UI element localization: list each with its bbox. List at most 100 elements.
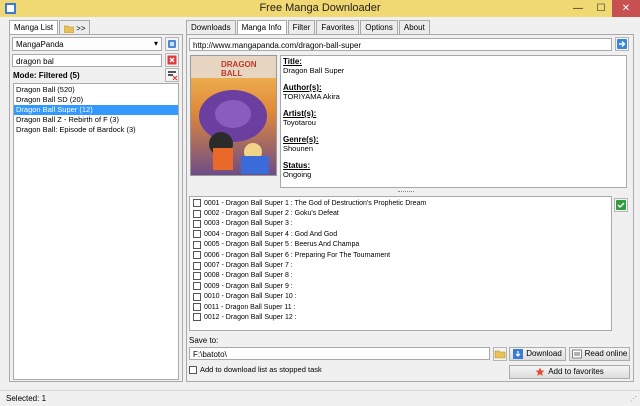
right-tab-strip: Downloads Manga Info Filter Favorites Option…	[186, 20, 431, 35]
source-select[interactable]: MangaPanda ▾	[12, 37, 162, 51]
browse-folder-button[interactable]	[493, 347, 507, 361]
tab-more[interactable]: >>	[59, 20, 91, 34]
chapter-checkbox[interactable]	[193, 240, 201, 249]
download-label: Download	[526, 349, 562, 358]
tab-favorites[interactable]: Favorites	[316, 20, 360, 34]
status-bar: Selected: 1 ⋰	[0, 390, 640, 406]
manga-list: Dragon Ball (520) Dragon Ball SD (20) Drag…	[13, 83, 179, 380]
save-path-input[interactable]: F:\batoto\	[189, 347, 490, 360]
refresh-button[interactable]	[165, 37, 179, 51]
tab-about[interactable]: About	[398, 20, 430, 34]
chapter-label: 0001 - Dragon Ball Super 1 : The God of …	[204, 199, 427, 207]
list-item[interactable]: Dragon Ball (520)	[14, 85, 178, 95]
close-button[interactable]: ✕	[612, 0, 640, 17]
artists-value: Toyotarou	[283, 118, 316, 127]
mode-label: Mode: Filtered (5)	[13, 71, 80, 80]
chapter-row[interactable]: 0012 - Dragon Ball Super 12 :	[190, 312, 611, 322]
maximize-button[interactable]: ☐	[590, 0, 612, 17]
title-label: Title:	[283, 57, 302, 66]
list-item[interactable]: Dragon Ball Z - Rebirth of F (3)	[14, 115, 178, 125]
chapter-checkbox[interactable]	[193, 303, 201, 312]
mode-filter-icon	[168, 71, 178, 81]
go-button[interactable]	[615, 37, 629, 51]
search-input[interactable]: dragon bal	[12, 54, 162, 67]
title-value: Dragon Ball Super	[283, 66, 345, 75]
chapter-checkbox[interactable]	[193, 261, 201, 270]
left-tab-strip: Manga List >>	[9, 20, 91, 35]
chapter-label: 0008 - Dragon Ball Super 8 :	[204, 272, 293, 280]
chapter-list: 0001 - Dragon Ball Super 1 : The God of …	[189, 196, 612, 331]
chapter-label: 0004 - Dragon Ball Super 4 : God And God	[204, 230, 338, 238]
chapter-checkbox[interactable]	[193, 230, 201, 239]
favorite-icon	[535, 367, 545, 376]
clear-icon	[167, 55, 177, 65]
chapter-row[interactable]: 0006 - Dragon Ball Super 6 : Preparing F…	[190, 250, 611, 260]
chapter-checkbox[interactable]	[193, 199, 201, 208]
tab-more-label: >>	[76, 24, 86, 33]
stopped-task-label: Add to download list as stopped task	[200, 365, 322, 374]
chapter-label: 0002 - Dragon Ball Super 2 : Goku's Defe…	[204, 210, 339, 218]
folder-icon	[64, 25, 75, 33]
chapter-row[interactable]: 0003 - Dragon Ball Super 3 :	[190, 219, 611, 229]
minimize-button[interactable]: —	[567, 0, 589, 17]
stopped-task-checkbox[interactable]	[189, 365, 197, 374]
window-title: Free Manga Downloader	[259, 2, 381, 14]
chapter-row[interactable]: 0011 - Dragon Ball Super 11 :	[190, 302, 611, 312]
read-online-button[interactable]: Read online	[569, 347, 630, 361]
chapter-label: 0005 - Dragon Ball Super 5 : Beerus And …	[204, 241, 360, 249]
chapter-checkbox[interactable]	[193, 219, 201, 228]
artists-label: Artist(s):	[283, 109, 317, 118]
genres-label: Genre(s):	[283, 135, 319, 144]
splitter-handle[interactable]	[398, 191, 414, 193]
chapter-row[interactable]: 0001 - Dragon Ball Super 1 : The God of …	[190, 198, 611, 208]
download-icon	[513, 349, 524, 359]
refresh-icon	[168, 40, 176, 48]
tab-downloads[interactable]: Downloads	[186, 20, 236, 34]
read-online-label: Read online	[584, 349, 628, 358]
check-all-button[interactable]	[614, 198, 628, 212]
chapter-row[interactable]: 0007 - Dragon Ball Super 7 :	[190, 260, 611, 270]
authors-label: Author(s):	[283, 83, 322, 92]
tab-manga-list[interactable]: Manga List	[9, 20, 59, 35]
download-button[interactable]: Download	[509, 347, 566, 361]
chapter-checkbox[interactable]	[193, 271, 201, 280]
chapter-row[interactable]: 0002 - Dragon Ball Super 2 : Goku's Defe…	[190, 208, 611, 218]
check-all-icon	[616, 200, 626, 210]
read-online-icon	[571, 349, 582, 359]
resize-grip-icon[interactable]: ⋰	[630, 395, 637, 403]
chevron-down-icon: ▾	[153, 39, 158, 48]
clear-search-button[interactable]	[165, 53, 179, 67]
chapter-row[interactable]: 0005 - Dragon Ball Super 5 : Beerus And …	[190, 240, 611, 250]
chapter-checkbox[interactable]	[193, 292, 201, 301]
chapter-row[interactable]: 0010 - Dragon Ball Super 10 :	[190, 292, 611, 302]
add-favorites-button[interactable]: Add to favorites	[509, 365, 630, 379]
tab-manga-info[interactable]: Manga Info	[236, 20, 287, 35]
list-item[interactable]: Dragon Ball: Episode of Bardock (3)	[14, 125, 178, 135]
mode-filter-button[interactable]	[165, 68, 179, 82]
authors-value: TORIYAMA Akira	[283, 92, 340, 101]
stopped-task-option[interactable]: Add to download list as stopped task	[189, 365, 322, 374]
chapter-row[interactable]: 0008 - Dragon Ball Super 8 :	[190, 271, 611, 281]
status-label: Status:	[283, 161, 311, 170]
list-item[interactable]: Dragon Ball Super (12)	[14, 105, 178, 115]
chapter-checkbox[interactable]	[193, 209, 201, 218]
chapter-row[interactable]: 0004 - Dragon Ball Super 4 : God And God	[190, 229, 611, 239]
chapter-label: 0010 - Dragon Ball Super 10 :	[204, 293, 297, 301]
tab-filter[interactable]: Filter	[287, 20, 316, 34]
tab-options[interactable]: Options	[360, 20, 398, 34]
chapter-row[interactable]: 0009 - Dragon Ball Super 9 :	[190, 281, 611, 291]
chapter-checkbox[interactable]	[193, 313, 201, 322]
chapter-label: 0011 - Dragon Ball Super 11 :	[204, 303, 296, 311]
info-box: Title: Dragon Ball Super Author(s): TORI…	[280, 55, 627, 188]
cover-logo: DRAGON BALL	[221, 60, 257, 78]
cover-image: DRAGON BALL	[190, 55, 277, 176]
chapter-checkbox[interactable]	[193, 251, 201, 260]
list-item[interactable]: Dragon Ball SD (20)	[14, 95, 178, 105]
status-value: Ongoing	[283, 170, 312, 179]
go-arrow-icon	[617, 39, 627, 49]
source-select-value: MangaPanda	[16, 40, 64, 49]
url-input[interactable]: http://www.mangapanda.com/dragon-ball-su…	[189, 38, 612, 51]
chapter-checkbox[interactable]	[193, 282, 201, 291]
title-bar: Free Manga Downloader — ☐ ✕	[0, 0, 640, 17]
status-selected: Selected: 1	[6, 394, 47, 403]
